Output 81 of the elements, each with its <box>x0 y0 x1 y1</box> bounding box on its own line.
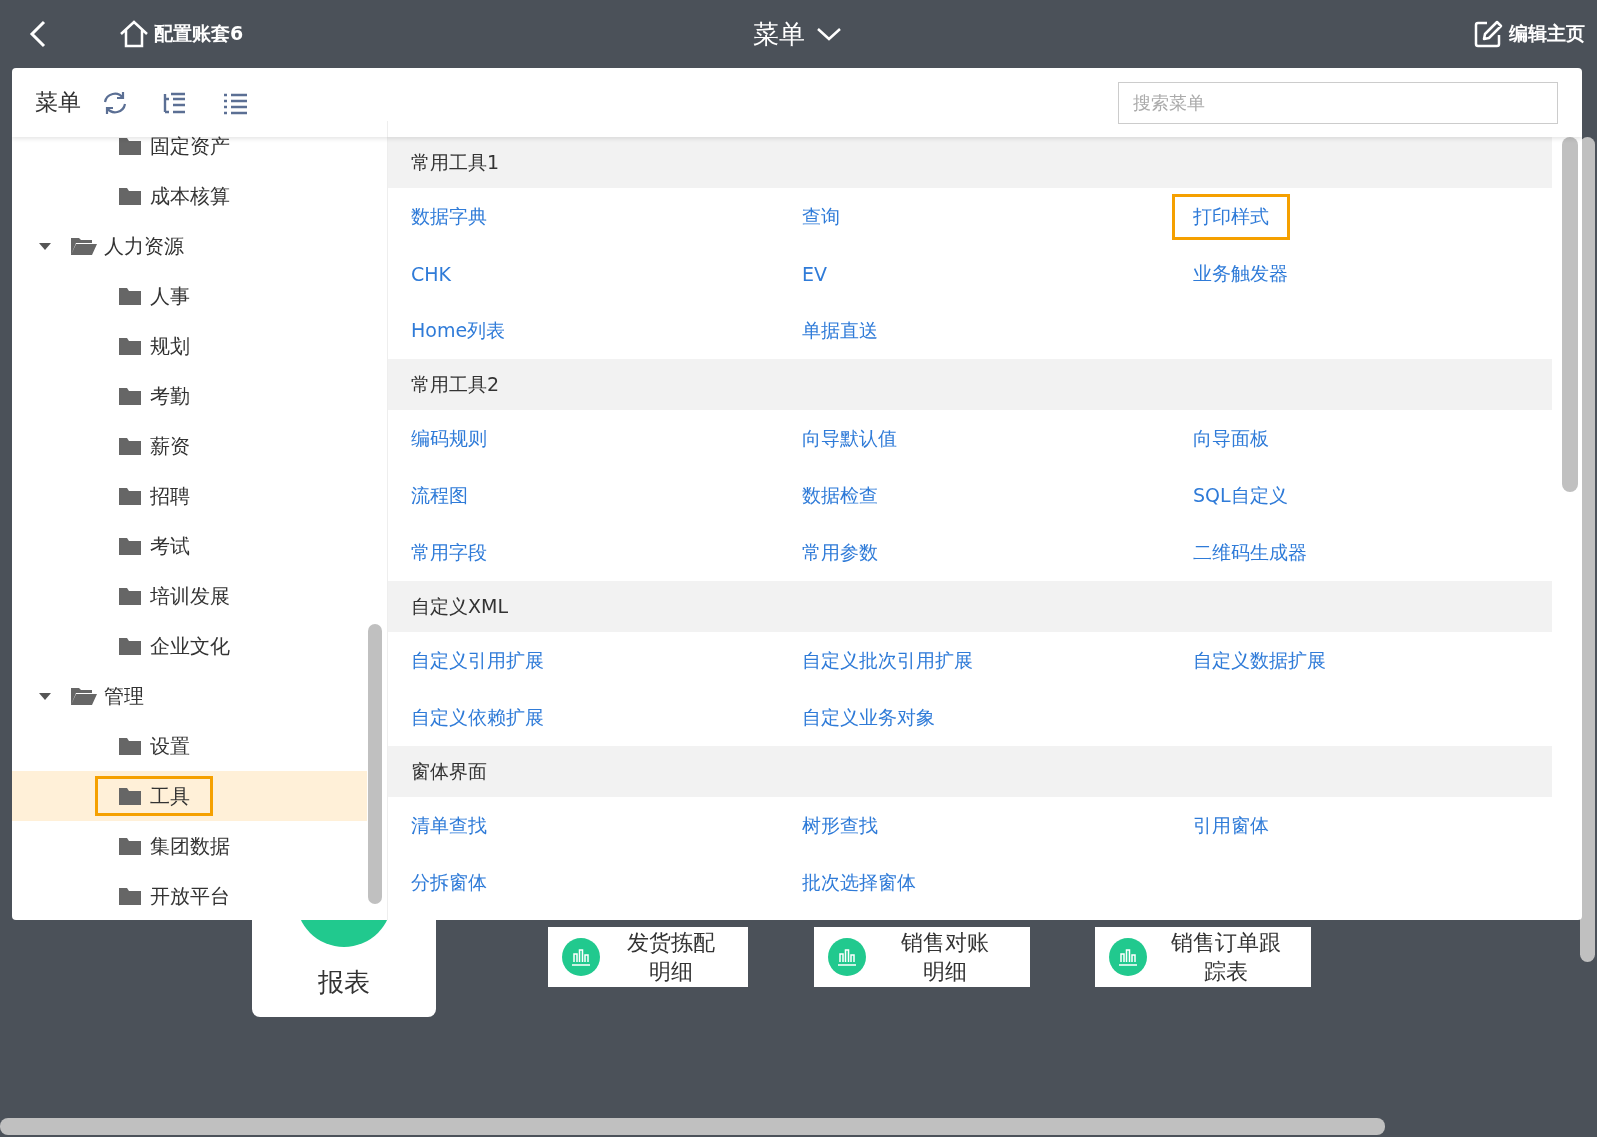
tree-item[interactable]: 人力资源 <box>70 226 184 266</box>
edit-icon <box>1473 19 1503 49</box>
home-icon <box>118 19 150 49</box>
menu-link[interactable]: 批次选择窗体 <box>791 859 927 906</box>
tree-item[interactable]: 开放平台 <box>95 876 253 916</box>
folder-icon <box>118 386 142 406</box>
folder-open-icon <box>70 235 98 257</box>
folder-icon <box>118 536 142 556</box>
tree-item[interactable]: 企业文化 <box>95 626 253 666</box>
menu-link[interactable]: 常用字段 <box>400 529 498 576</box>
tree-item[interactable]: 招聘 <box>95 476 213 516</box>
menu-link[interactable]: 自定义引用扩展 <box>400 637 555 684</box>
folder-icon <box>118 486 142 506</box>
menu-link[interactable]: 向导面板 <box>1182 415 1280 462</box>
menu-link[interactable]: 查询 <box>791 193 851 240</box>
content-scrollbar[interactable] <box>1562 137 1578 492</box>
tree-item[interactable]: 固定资产 <box>95 126 253 166</box>
report-tile[interactable]: 销售对账 明细 <box>814 927 1030 987</box>
folder-icon <box>118 836 142 856</box>
search-field[interactable]: 搜索菜单 <box>1118 81 1558 124</box>
menu-link[interactable]: 流程图 <box>400 472 479 519</box>
menu-link[interactable]: Home列表 <box>400 307 517 354</box>
folder-icon <box>118 736 142 756</box>
menu-link[interactable]: 编码规则 <box>400 415 498 462</box>
report-tile[interactable]: 发货拣配 明细 <box>548 927 748 987</box>
menu-link[interactable]: 自定义批次引用扩展 <box>791 637 984 684</box>
tree-item[interactable]: 考试 <box>95 526 213 566</box>
section-header: 自定义XML <box>388 581 1552 632</box>
tree-item[interactable]: 人事 <box>95 276 213 316</box>
bar-chart-icon <box>1109 938 1147 976</box>
menu-title-dropdown[interactable]: 菜单 <box>753 16 844 52</box>
menu-link[interactable]: EV <box>791 252 838 295</box>
folder-icon <box>118 186 142 206</box>
folder-icon <box>118 636 142 656</box>
tree-item[interactable]: 考勤 <box>95 376 213 416</box>
tree-item[interactable]: 培训发展 <box>95 576 253 616</box>
folder-icon <box>118 286 142 306</box>
caret-icon[interactable] <box>38 691 52 701</box>
menu-link[interactable]: 数据检查 <box>791 472 889 519</box>
folder-icon <box>118 336 142 356</box>
menu-link[interactable]: CHK <box>400 252 462 295</box>
section-header: 常用工具2 <box>388 359 1552 410</box>
menu-link[interactable]: 自定义数据扩展 <box>1182 637 1337 684</box>
menu-link[interactable]: 自定义业务对象 <box>791 694 946 741</box>
menu-link[interactable]: 常用参数 <box>791 529 889 576</box>
edit-home-button[interactable]: 编辑主页 <box>1473 19 1585 49</box>
tree-item[interactable]: 规划 <box>95 326 213 366</box>
menu-link[interactable]: 向导默认值 <box>791 415 908 462</box>
bar-chart-icon <box>562 938 600 976</box>
tree-item[interactable]: 设置 <box>95 726 213 766</box>
menu-link[interactable]: SQL自定义 <box>1182 472 1299 519</box>
menu-link[interactable]: 单据直送 <box>791 307 889 354</box>
folder-icon <box>118 436 142 456</box>
menu-link[interactable]: 数据字典 <box>400 193 498 240</box>
section-header: 常用工具1 <box>388 137 1552 188</box>
bar-chart-icon <box>828 938 866 976</box>
menu-link[interactable]: 业务触发器 <box>1182 250 1299 297</box>
folder-icon <box>118 786 142 806</box>
section-header: 窗体界面 <box>388 746 1552 797</box>
menu-link[interactable]: 二维码生成器 <box>1182 529 1318 576</box>
tree-item[interactable]: 管理 <box>70 676 144 716</box>
folder-open-icon <box>70 685 98 707</box>
home-button[interactable]: 配置账套6 <box>118 19 244 49</box>
menu-link[interactable]: 引用窗体 <box>1182 802 1280 849</box>
menu-link[interactable]: 分拆窗体 <box>400 859 498 906</box>
horizontal-scrollbar[interactable] <box>0 1118 1385 1135</box>
tree-item[interactable]: 薪资 <box>95 426 213 466</box>
tree-scrollbar[interactable] <box>368 624 382 904</box>
menu-link[interactable]: 打印样式 <box>1172 193 1290 240</box>
tree-item[interactable]: 工具 <box>95 776 213 816</box>
folder-icon <box>118 586 142 606</box>
menu-link[interactable]: 自定义依赖扩展 <box>400 694 555 741</box>
folder-icon <box>118 136 142 156</box>
menu-link[interactable]: 树形查找 <box>791 802 889 849</box>
report-tile[interactable]: 销售订单跟 踪表 <box>1095 927 1311 987</box>
tree-item[interactable]: 集团数据 <box>95 826 253 866</box>
caret-icon[interactable] <box>38 241 52 251</box>
tree-item[interactable]: 成本核算 <box>95 176 253 216</box>
menu-link[interactable]: 清单查找 <box>400 802 498 849</box>
folder-icon <box>118 886 142 906</box>
panel-title: 菜单 <box>35 88 81 117</box>
